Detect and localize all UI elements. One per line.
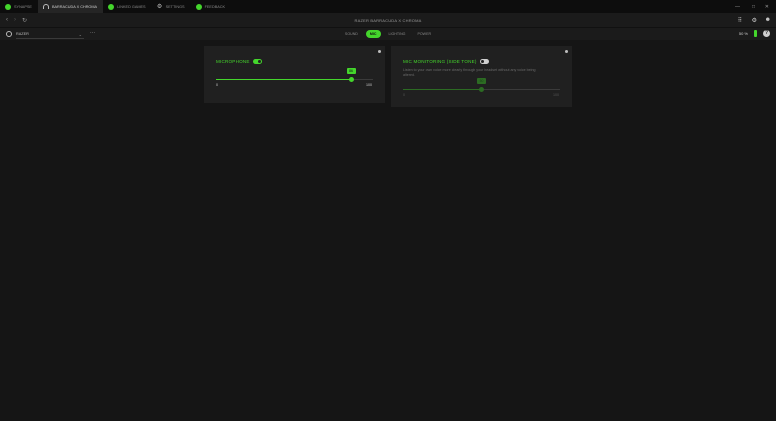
tab-settings-label: SETTINGS (165, 4, 185, 9)
slider-min-label: 0 (216, 83, 218, 87)
feedback-icon (195, 3, 202, 10)
page-title: RAZER BARRACUDA X CHROMA (354, 17, 422, 23)
apps-grid-icon[interactable]: ⠿ (738, 13, 742, 27)
slider-handle[interactable] (348, 77, 354, 82)
tab-settings[interactable]: ⚙ SETTINGS (152, 0, 191, 13)
device-subtabs: SOUND MIC LIGHTING POWER (0, 30, 776, 38)
slider-handle[interactable] (479, 87, 484, 92)
microphone-toggle[interactable] (252, 59, 262, 64)
tab-feedback[interactable]: FEEDBACK (191, 0, 231, 13)
battery-icon (754, 30, 757, 37)
tab-linked-games[interactable]: LINKED GAMES (103, 0, 151, 13)
mic-monitoring-title: MIC MONITORING (SIDE TONE) (403, 59, 477, 64)
gear-icon: ⚙ (156, 3, 163, 10)
main-content: MICROPHONE 86 0 100 MIC MONITORING (SIDE… (0, 40, 776, 421)
subtab-lighting[interactable]: LIGHTING (383, 30, 412, 38)
slider-value-bubble: 86 (346, 68, 356, 74)
subtab-power[interactable]: POWER (411, 30, 437, 38)
headset-icon (42, 4, 49, 9)
tab-feedback-label: FEEDBACK (204, 4, 226, 9)
app-tab-bar: SYNAPSE BARRACUDA X CHROMA LINKED GAMES … (0, 0, 776, 13)
tab-barracuda[interactable]: BARRACUDA X CHROMA (37, 0, 104, 13)
microphone-title-row: MICROPHONE (216, 59, 262, 64)
subtab-sound[interactable]: SOUND (339, 30, 364, 38)
microphone-title: MICROPHONE (216, 59, 250, 64)
info-icon[interactable] (565, 50, 568, 53)
tab-barracuda-label: BARRACUDA X CHROMA (51, 4, 98, 9)
slider-fill (403, 89, 482, 90)
tab-synapse-label: SYNAPSE (14, 4, 32, 9)
maximize-button[interactable]: □ (752, 0, 755, 13)
navigation-bar: ‹ › ↻ RAZER BARRACUDA X CHROMA ⠿ ⚙ ☻ (0, 13, 776, 27)
slider-max-label: 100 (366, 83, 372, 87)
tab-synapse[interactable]: SYNAPSE (0, 0, 38, 13)
subtab-mic[interactable]: MIC (365, 30, 381, 38)
close-button[interactable]: ✕ (765, 0, 769, 13)
user-avatar-icon[interactable]: ☻ (765, 13, 771, 27)
game-controller-icon (108, 3, 115, 10)
mic-monitoring-toggle[interactable] (479, 59, 489, 64)
tab-linked-games-label: LINKED GAMES (117, 4, 146, 9)
synapse-logo-icon (5, 3, 11, 10)
microphone-card: MICROPHONE 86 0 100 (204, 46, 385, 103)
slider-min-label: 0 (403, 93, 405, 97)
battery-level: 50 % (738, 31, 748, 36)
minimize-button[interactable]: — (735, 0, 740, 13)
slider-fill (216, 79, 352, 80)
settings-gear-icon[interactable]: ⚙ (752, 13, 757, 27)
microphone-volume-slider[interactable]: 86 (216, 68, 373, 82)
mic-monitoring-description: Listen to your own voice more clearly th… (403, 68, 536, 77)
mic-monitoring-title-row: MIC MONITORING (SIDE TONE) (403, 59, 489, 64)
help-icon[interactable]: ? (763, 30, 770, 37)
slider-value-bubble: 50 (477, 78, 486, 84)
info-icon[interactable] (378, 50, 381, 53)
mic-monitoring-card: MIC MONITORING (SIDE TONE) Listen to you… (391, 46, 572, 107)
slider-max-label: 100 (553, 93, 559, 97)
mic-monitoring-slider[interactable]: 50 (403, 78, 560, 92)
